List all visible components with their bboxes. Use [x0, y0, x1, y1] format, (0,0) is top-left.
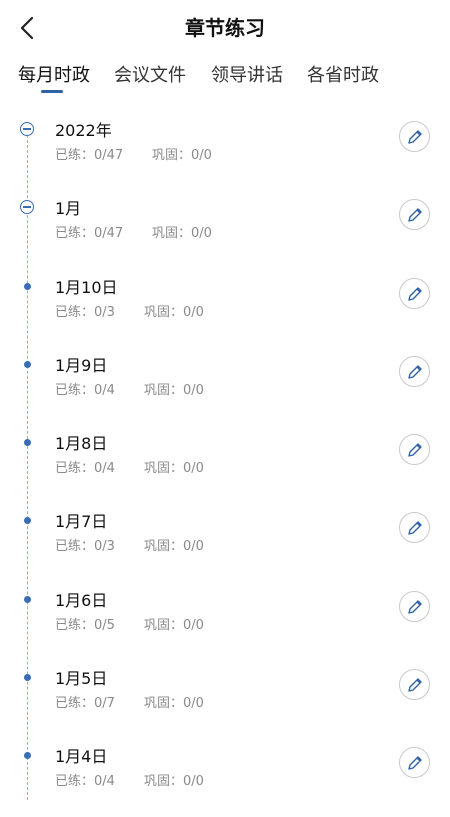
edit-button[interactable]: [399, 277, 430, 309]
consolidated-count: 巩固：0/0: [144, 539, 204, 555]
edit-button[interactable]: [399, 434, 430, 466]
tab-leader-speeches[interactable]: 领导讲话: [211, 58, 283, 94]
item-title: 2022年: [55, 121, 112, 140]
pencil-icon: [408, 286, 422, 301]
pencil-icon: [408, 600, 422, 614]
pencil-icon: [408, 365, 422, 379]
tab-bar: 每月时政 会议文件 领导讲话 各省时政: [0, 58, 450, 98]
pencil-icon: [408, 756, 422, 771]
collapse-icon[interactable]: [20, 122, 34, 136]
edit-button[interactable]: [399, 590, 430, 622]
timeline-dot-icon: [24, 517, 31, 525]
list-item[interactable]: 1月5日 已练：0/7 巩固：0/0: [0, 660, 450, 738]
pencil-icon: [408, 208, 422, 222]
item-title: 1月7日: [55, 512, 108, 532]
list-item[interactable]: 1月8日 已练：0/4 巩固：0/0: [0, 425, 450, 503]
page-title: 章节练习: [185, 16, 265, 40]
consolidated-count: 巩固：0/0: [144, 617, 204, 633]
consolidated-count: 巩固：0/0: [152, 148, 212, 163]
edit-button[interactable]: [399, 669, 430, 701]
practiced-count: 已练：0/47: [55, 148, 124, 163]
list-item[interactable]: 1月6日 已练：0/5 巩固：0/0: [0, 582, 450, 660]
pencil-icon: [408, 678, 422, 692]
item-title: 1月8日: [55, 434, 108, 454]
list-item[interactable]: 1月10日 已练：0/3 巩固：0/0: [0, 269, 450, 347]
practiced-count: 已练：0/47: [55, 226, 124, 242]
top-bar: 章节练习: [0, 0, 450, 56]
consolidated-count: 巩固：0/0: [152, 226, 212, 242]
timeline-dot-icon: [24, 674, 31, 682]
edit-button[interactable]: [399, 121, 430, 152]
list-item[interactable]: 2022年 已练：0/47 巩固：0/0: [0, 112, 450, 190]
tab-monthly-politics[interactable]: 每月时政: [18, 58, 90, 94]
edit-button[interactable]: [399, 199, 430, 231]
practiced-count: 已练：0/7: [55, 696, 115, 712]
timeline-dot-icon: [24, 439, 31, 447]
consolidated-count: 巩固：0/0: [144, 461, 204, 477]
timeline-dot-icon: [24, 752, 31, 760]
consolidated-count: 巩固：0/0: [144, 304, 204, 320]
item-title: 1月9日: [55, 355, 108, 375]
edit-button[interactable]: [399, 747, 430, 779]
tab-meeting-documents[interactable]: 会议文件: [114, 58, 186, 94]
pencil-icon: [408, 443, 422, 457]
consolidated-count: 巩固：0/0: [144, 382, 204, 398]
practiced-count: 已练：0/5: [55, 617, 115, 633]
edit-button[interactable]: [399, 512, 430, 544]
active-tab-indicator: [41, 90, 63, 93]
consolidated-count: 巩固：0/0: [144, 696, 204, 712]
consolidated-count: 巩固：0/0: [144, 774, 204, 790]
practiced-count: 已练：0/3: [55, 539, 115, 555]
pencil-icon: [408, 521, 422, 536]
edit-button[interactable]: [399, 355, 430, 387]
tab-provincial-politics[interactable]: 各省时政: [307, 58, 379, 94]
timeline-dot-icon: [24, 360, 31, 368]
list-item[interactable]: 1月 已练：0/47 巩固：0/0: [0, 190, 450, 268]
practiced-count: 已练：0/4: [55, 382, 115, 398]
pencil-icon: [408, 130, 422, 144]
list-item[interactable]: 1月7日 已练：0/3 巩固：0/0: [0, 503, 450, 581]
collapse-icon[interactable]: [20, 200, 34, 215]
list-item[interactable]: 1月4日 已练：0/4 巩固：0/0: [0, 738, 450, 816]
timeline-dot-icon: [24, 282, 31, 290]
chapter-list: 2022年 已练：0/47 巩固：0/0 1月 已练：0/47 巩固：0/0 1…: [0, 112, 450, 817]
item-title: 1月: [55, 199, 82, 219]
practiced-count: 已练：0/4: [55, 774, 115, 790]
timeline-dot-icon: [24, 595, 31, 603]
item-title: 1月4日: [55, 747, 108, 767]
list-item[interactable]: 1月9日 已练：0/4 巩固：0/0: [0, 347, 450, 425]
practiced-count: 已练：0/3: [55, 304, 115, 320]
item-title: 1月10日: [55, 277, 118, 297]
practiced-count: 已练：0/4: [55, 461, 115, 477]
item-title: 1月5日: [55, 669, 108, 689]
item-title: 1月6日: [55, 590, 108, 610]
